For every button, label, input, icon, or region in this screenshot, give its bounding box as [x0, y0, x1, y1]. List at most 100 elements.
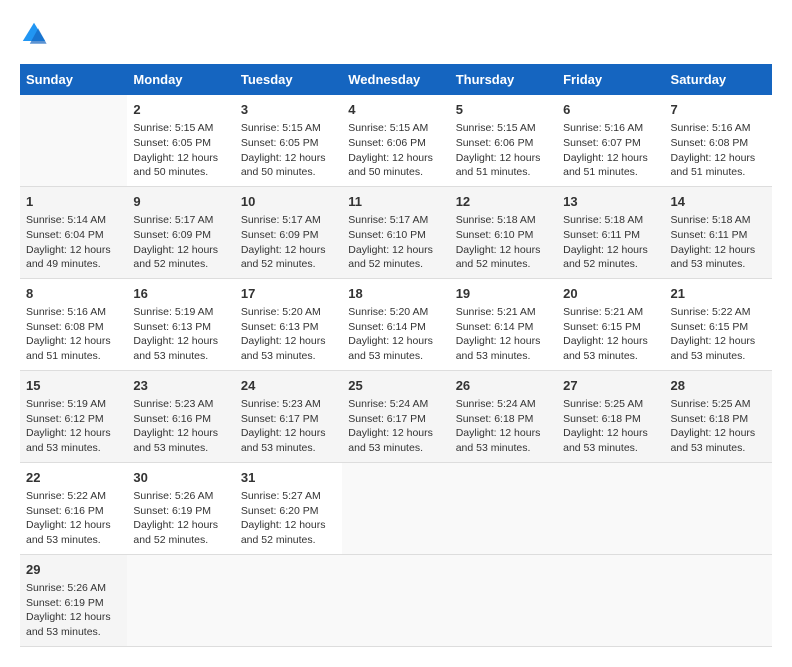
- day-content: and 52 minutes.: [133, 533, 228, 548]
- day-content: and 49 minutes.: [26, 257, 121, 272]
- day-number: 5: [456, 101, 551, 119]
- day-content: Sunrise: 5:17 AM: [133, 213, 228, 228]
- day-content: Sunrise: 5:27 AM: [241, 489, 336, 504]
- day-content: and 53 minutes.: [456, 441, 551, 456]
- calendar-cell: [20, 95, 127, 186]
- day-content: Sunset: 6:09 PM: [133, 228, 228, 243]
- day-content: Daylight: 12 hours: [241, 334, 336, 349]
- day-content: Sunset: 6:07 PM: [563, 136, 658, 151]
- day-content: Sunrise: 5:17 AM: [241, 213, 336, 228]
- calendar-cell: 4Sunrise: 5:15 AMSunset: 6:06 PMDaylight…: [342, 95, 449, 186]
- day-content: Sunrise: 5:24 AM: [348, 397, 443, 412]
- calendar-cell: [235, 554, 342, 646]
- day-content: and 51 minutes.: [563, 165, 658, 180]
- day-content: Daylight: 12 hours: [671, 426, 766, 441]
- day-content: Sunrise: 5:20 AM: [348, 305, 443, 320]
- day-number: 13: [563, 193, 658, 211]
- day-content: Sunrise: 5:15 AM: [133, 121, 228, 136]
- day-content: Sunrise: 5:21 AM: [456, 305, 551, 320]
- day-number: 21: [671, 285, 766, 303]
- day-content: and 52 minutes.: [348, 257, 443, 272]
- day-number: 27: [563, 377, 658, 395]
- day-number: 18: [348, 285, 443, 303]
- calendar-cell: 24Sunrise: 5:23 AMSunset: 6:17 PMDayligh…: [235, 370, 342, 462]
- calendar-cell: 2Sunrise: 5:15 AMSunset: 6:05 PMDaylight…: [127, 95, 234, 186]
- day-content: Sunset: 6:06 PM: [456, 136, 551, 151]
- day-content: Sunset: 6:13 PM: [133, 320, 228, 335]
- calendar-cell: [557, 554, 664, 646]
- day-content: Sunrise: 5:15 AM: [241, 121, 336, 136]
- day-content: Daylight: 12 hours: [671, 151, 766, 166]
- day-content: Daylight: 12 hours: [133, 243, 228, 258]
- day-content: Sunset: 6:15 PM: [563, 320, 658, 335]
- day-content: and 53 minutes.: [348, 441, 443, 456]
- day-content: Daylight: 12 hours: [241, 518, 336, 533]
- calendar-cell: [450, 462, 557, 554]
- day-content: Sunrise: 5:26 AM: [26, 581, 121, 596]
- day-content: and 53 minutes.: [671, 349, 766, 364]
- day-content: Daylight: 12 hours: [456, 426, 551, 441]
- day-content: Daylight: 12 hours: [563, 426, 658, 441]
- calendar-cell: 28Sunrise: 5:25 AMSunset: 6:18 PMDayligh…: [665, 370, 772, 462]
- logo-icon: [20, 20, 48, 48]
- day-content: and 52 minutes.: [241, 533, 336, 548]
- day-number: 20: [563, 285, 658, 303]
- day-number: 11: [348, 193, 443, 211]
- day-content: Daylight: 12 hours: [671, 243, 766, 258]
- day-content: Sunrise: 5:15 AM: [456, 121, 551, 136]
- day-content: Sunset: 6:09 PM: [241, 228, 336, 243]
- calendar-week-row: 29Sunrise: 5:26 AMSunset: 6:19 PMDayligh…: [20, 554, 772, 646]
- calendar-cell: 16Sunrise: 5:19 AMSunset: 6:13 PMDayligh…: [127, 278, 234, 370]
- day-header-monday: Monday: [127, 64, 234, 95]
- day-content: Sunset: 6:13 PM: [241, 320, 336, 335]
- day-number: 31: [241, 469, 336, 487]
- day-content: Daylight: 12 hours: [348, 426, 443, 441]
- calendar-cell: [342, 462, 449, 554]
- calendar-cell: 18Sunrise: 5:20 AMSunset: 6:14 PMDayligh…: [342, 278, 449, 370]
- calendar-cell: 21Sunrise: 5:22 AMSunset: 6:15 PMDayligh…: [665, 278, 772, 370]
- day-number: 1: [26, 193, 121, 211]
- day-content: and 53 minutes.: [348, 349, 443, 364]
- day-content: Sunrise: 5:23 AM: [133, 397, 228, 412]
- day-content: Daylight: 12 hours: [563, 243, 658, 258]
- day-content: Sunset: 6:17 PM: [348, 412, 443, 427]
- day-content: Sunset: 6:10 PM: [456, 228, 551, 243]
- day-content: Sunset: 6:15 PM: [671, 320, 766, 335]
- day-content: and 51 minutes.: [26, 349, 121, 364]
- calendar-cell: 10Sunrise: 5:17 AMSunset: 6:09 PMDayligh…: [235, 186, 342, 278]
- calendar-cell: 23Sunrise: 5:23 AMSunset: 6:16 PMDayligh…: [127, 370, 234, 462]
- day-content: Sunrise: 5:17 AM: [348, 213, 443, 228]
- calendar-cell: 26Sunrise: 5:24 AMSunset: 6:18 PMDayligh…: [450, 370, 557, 462]
- day-content: Sunset: 6:06 PM: [348, 136, 443, 151]
- calendar-cell: 22Sunrise: 5:22 AMSunset: 6:16 PMDayligh…: [20, 462, 127, 554]
- day-content: Daylight: 12 hours: [348, 334, 443, 349]
- day-content: Sunrise: 5:19 AM: [26, 397, 121, 412]
- calendar-cell: 20Sunrise: 5:21 AMSunset: 6:15 PMDayligh…: [557, 278, 664, 370]
- day-content: Sunrise: 5:20 AM: [241, 305, 336, 320]
- calendar-cell: 27Sunrise: 5:25 AMSunset: 6:18 PMDayligh…: [557, 370, 664, 462]
- day-content: Sunrise: 5:21 AM: [563, 305, 658, 320]
- calendar-cell: 11Sunrise: 5:17 AMSunset: 6:10 PMDayligh…: [342, 186, 449, 278]
- calendar-cell: [342, 554, 449, 646]
- day-content: Sunrise: 5:22 AM: [671, 305, 766, 320]
- day-header-friday: Friday: [557, 64, 664, 95]
- day-number: 30: [133, 469, 228, 487]
- day-number: 9: [133, 193, 228, 211]
- day-number: 4: [348, 101, 443, 119]
- calendar-week-row: 1Sunrise: 5:14 AMSunset: 6:04 PMDaylight…: [20, 186, 772, 278]
- day-content: Sunrise: 5:15 AM: [348, 121, 443, 136]
- day-content: and 51 minutes.: [456, 165, 551, 180]
- calendar-cell: 12Sunrise: 5:18 AMSunset: 6:10 PMDayligh…: [450, 186, 557, 278]
- calendar-cell: 3Sunrise: 5:15 AMSunset: 6:05 PMDaylight…: [235, 95, 342, 186]
- calendar-cell: 31Sunrise: 5:27 AMSunset: 6:20 PMDayligh…: [235, 462, 342, 554]
- day-content: and 53 minutes.: [241, 349, 336, 364]
- day-content: Sunset: 6:18 PM: [671, 412, 766, 427]
- day-content: Sunset: 6:19 PM: [133, 504, 228, 519]
- day-content: Sunrise: 5:26 AM: [133, 489, 228, 504]
- day-content: Daylight: 12 hours: [241, 426, 336, 441]
- day-content: and 53 minutes.: [241, 441, 336, 456]
- day-number: 23: [133, 377, 228, 395]
- day-content: and 52 minutes.: [133, 257, 228, 272]
- day-content: and 53 minutes.: [26, 441, 121, 456]
- day-content: Daylight: 12 hours: [133, 334, 228, 349]
